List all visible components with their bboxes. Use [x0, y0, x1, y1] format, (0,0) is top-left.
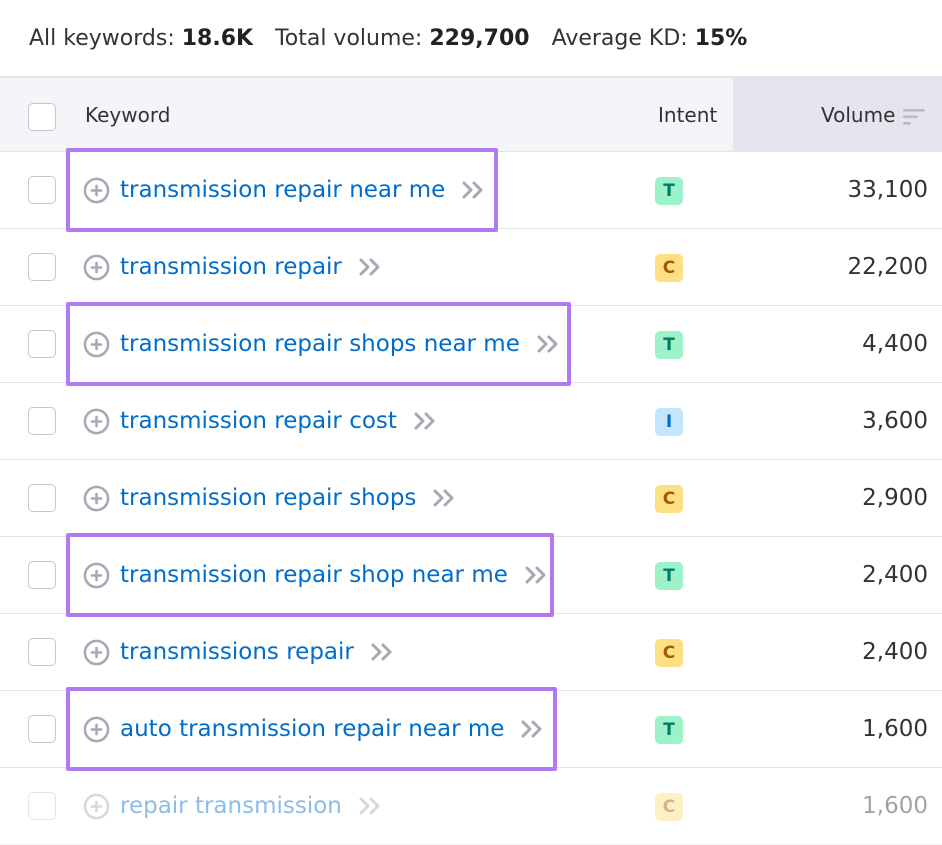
total-volume-stat: Total volume: 229,700: [275, 26, 530, 51]
keywords-table: Keyword Intent Volume transmission repai…: [0, 78, 942, 845]
volume-value: 2,400: [862, 562, 928, 588]
intent-badge: C: [655, 254, 683, 282]
row-checkbox[interactable]: [28, 715, 56, 743]
keyword-link[interactable]: transmission repair shops near me: [83, 326, 560, 362]
keyword-text[interactable]: transmission repair shops: [120, 485, 416, 511]
table-row: transmission repair C 22,200: [0, 229, 942, 306]
plus-circle-icon[interactable]: [83, 485, 110, 512]
row-checkbox[interactable]: [28, 484, 56, 512]
sort-descending-icon[interactable]: [903, 108, 925, 126]
intent-badge: I: [655, 408, 683, 436]
plus-circle-icon[interactable]: [83, 793, 110, 820]
intent-badge: T: [655, 177, 683, 205]
keyword-text[interactable]: transmission repair shops near me: [120, 331, 520, 357]
intent-badge: T: [655, 562, 683, 590]
average-kd-value: 15%: [694, 25, 748, 51]
chevron-double-right-icon[interactable]: [536, 333, 560, 355]
volume-value: 22,200: [847, 254, 928, 280]
keyword-text[interactable]: auto transmission repair near me: [120, 716, 504, 742]
plus-circle-icon[interactable]: [83, 177, 110, 204]
chevron-double-right-icon[interactable]: [358, 795, 382, 817]
chevron-double-right-icon[interactable]: [370, 641, 394, 663]
table-row: repair transmission C 1,600: [0, 768, 942, 845]
average-kd-stat: Average KD: 15%: [552, 26, 748, 51]
table-row: transmissions repair C 2,400: [0, 614, 942, 691]
table-row: auto transmission repair near me T 1,600: [0, 687, 942, 771]
keyword-text[interactable]: transmission repair shop near me: [120, 562, 508, 588]
table-row: transmission repair shops C 2,900: [0, 460, 942, 537]
volume-column-header[interactable]: Volume: [821, 103, 895, 127]
chevron-double-right-icon[interactable]: [432, 487, 456, 509]
volume-value: 4,400: [862, 331, 928, 357]
intent-column-header[interactable]: Intent: [658, 103, 717, 127]
all-keywords-label: All keywords:: [29, 25, 175, 51]
keyword-link[interactable]: repair transmission: [83, 788, 382, 824]
row-checkbox[interactable]: [28, 176, 56, 204]
keyword-link[interactable]: transmissions repair: [83, 634, 394, 670]
keyword-text[interactable]: transmission repair near me: [120, 177, 445, 203]
total-volume-label: Total volume:: [275, 25, 423, 51]
keyword-link[interactable]: transmission repair cost: [83, 403, 437, 439]
chevron-double-right-icon[interactable]: [358, 256, 382, 278]
total-volume-value: 229,700: [429, 25, 530, 51]
keyword-summary-bar: All keywords: 18.6K Total volume: 229,70…: [0, 0, 942, 78]
row-checkbox[interactable]: [28, 253, 56, 281]
keyword-text[interactable]: transmission repair: [120, 254, 342, 280]
volume-value: 2,400: [862, 639, 928, 665]
table-row: transmission repair near me T 33,100: [0, 148, 942, 232]
volume-value: 33,100: [847, 177, 928, 203]
keyword-link[interactable]: transmission repair near me: [83, 172, 485, 208]
intent-badge: C: [655, 793, 683, 821]
table-header: Keyword Intent Volume: [0, 78, 942, 152]
all-keywords-stat: All keywords: 18.6K: [29, 26, 253, 51]
row-checkbox[interactable]: [28, 792, 56, 820]
select-all-checkbox[interactable]: [28, 103, 56, 131]
table-row: transmission repair cost I 3,600: [0, 383, 942, 460]
plus-circle-icon[interactable]: [83, 331, 110, 358]
all-keywords-value: 18.6K: [181, 25, 254, 51]
row-checkbox[interactable]: [28, 407, 56, 435]
row-checkbox[interactable]: [28, 638, 56, 666]
keyword-text[interactable]: repair transmission: [120, 793, 342, 819]
plus-circle-icon[interactable]: [83, 716, 110, 743]
keyword-link[interactable]: transmission repair shops: [83, 480, 456, 516]
keyword-text[interactable]: transmission repair cost: [120, 408, 397, 434]
keyword-column-header[interactable]: Keyword: [85, 103, 170, 127]
row-checkbox[interactable]: [28, 330, 56, 358]
plus-circle-icon[interactable]: [83, 562, 110, 589]
plus-circle-icon[interactable]: [83, 639, 110, 666]
chevron-double-right-icon[interactable]: [520, 718, 544, 740]
chevron-double-right-icon[interactable]: [413, 410, 437, 432]
volume-value: 1,600: [862, 793, 928, 819]
table-body: transmission repair near me T 33,100 transm…: [0, 148, 942, 845]
keyword-text[interactable]: transmissions repair: [120, 639, 354, 665]
plus-circle-icon[interactable]: [83, 408, 110, 435]
row-checkbox[interactable]: [28, 561, 56, 589]
volume-value: 3,600: [862, 408, 928, 434]
volume-value: 2,900: [862, 485, 928, 511]
keyword-link[interactable]: auto transmission repair near me: [83, 711, 544, 747]
intent-badge: T: [655, 331, 683, 359]
chevron-double-right-icon[interactable]: [524, 564, 548, 586]
keyword-link[interactable]: transmission repair: [83, 249, 382, 285]
intent-badge: C: [655, 639, 683, 667]
intent-badge: T: [655, 716, 683, 744]
volume-value: 1,600: [862, 716, 928, 742]
intent-badge: C: [655, 485, 683, 513]
average-kd-label: Average KD:: [551, 25, 688, 51]
table-row: transmission repair shops near me T 4,400: [0, 302, 942, 386]
plus-circle-icon[interactable]: [83, 254, 110, 281]
keyword-link[interactable]: transmission repair shop near me: [83, 557, 548, 593]
table-row: transmission repair shop near me T 2,400: [0, 533, 942, 617]
chevron-double-right-icon[interactable]: [461, 179, 485, 201]
